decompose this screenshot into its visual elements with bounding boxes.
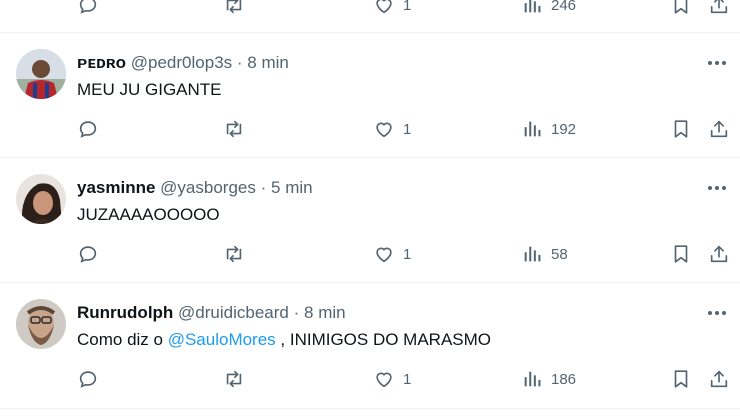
views-count: 192 <box>551 120 577 138</box>
share-icon <box>708 368 730 390</box>
tweet-actions: 1 186 <box>0 368 740 394</box>
reply-button[interactable] <box>77 118 99 140</box>
tweet[interactable]: ᴘᴇᴅʀᴏ @pedr0lop3s · 8 min MEU JU GIGANTE… <box>0 33 740 158</box>
heart-icon <box>373 118 395 140</box>
like-button[interactable]: 1 <box>373 368 411 390</box>
share-icon <box>708 243 730 265</box>
views-count: 246 <box>551 0 577 14</box>
reply-button[interactable] <box>77 243 99 265</box>
bookmark-button[interactable] <box>670 243 692 265</box>
share-icon <box>708 0 730 16</box>
retweet-button[interactable] <box>223 0 245 16</box>
mention-link[interactable]: @SauloMores <box>168 330 276 349</box>
retweet-button[interactable] <box>223 243 245 265</box>
reply-icon <box>77 243 99 265</box>
bookmark-icon <box>670 0 692 16</box>
retweet-button[interactable] <box>223 368 245 390</box>
like-count: 1 <box>403 245 412 263</box>
display-name[interactable]: Runrudolph <box>77 303 173 322</box>
views-button[interactable]: 186 <box>521 368 576 390</box>
tweet-text-end: , INIMIGOS DO MARASMO <box>275 330 492 349</box>
bookmark-icon <box>670 368 692 390</box>
timestamp[interactable]: 8 min <box>247 53 289 72</box>
retweet-button[interactable] <box>223 118 245 140</box>
bookmark-button[interactable] <box>670 118 692 140</box>
retweet-icon <box>223 118 245 140</box>
avatar[interactable] <box>16 174 66 224</box>
views-button[interactable]: 192 <box>521 118 576 140</box>
tweet-text: JUZAAAAOOOOO <box>77 205 220 224</box>
tweet-header: yasminne @yasborges · 5 min <box>77 177 313 199</box>
more-button[interactable] <box>706 181 728 195</box>
separator: · <box>236 53 243 72</box>
share-icon <box>708 118 730 140</box>
reply-icon <box>77 0 99 16</box>
bookmark-button[interactable] <box>670 0 692 16</box>
tweet-actions: 1 246 <box>0 0 740 20</box>
display-name[interactable]: yasminne <box>77 178 155 197</box>
like-count: 1 <box>403 0 412 14</box>
separator: · <box>260 178 267 197</box>
share-button[interactable] <box>708 0 730 16</box>
reply-button[interactable] <box>77 0 99 16</box>
views-button[interactable]: 58 <box>521 243 568 265</box>
tweet-header: Runrudolph @druidicbeard · 8 min <box>77 302 346 324</box>
bookmark-button[interactable] <box>670 368 692 390</box>
reply-icon <box>77 118 99 140</box>
tweet[interactable]: Runrudolph @druidicbeard · 8 min Como di… <box>0 283 740 409</box>
like-button[interactable]: 1 <box>373 0 411 16</box>
display-name[interactable]: ᴘᴇᴅʀᴏ <box>77 53 126 72</box>
views-icon <box>521 0 543 16</box>
handle[interactable]: @pedr0lop3s <box>131 53 232 72</box>
avatar[interactable] <box>16 299 66 349</box>
tweet[interactable]: yasminne @yasborges · 5 min JUZAAAAOOOOO… <box>0 158 740 283</box>
tweet-header: ᴘᴇᴅʀᴏ @pedr0lop3s · 8 min <box>77 52 289 74</box>
heart-icon <box>373 243 395 265</box>
more-icon <box>708 186 726 190</box>
timestamp[interactable]: 5 min <box>271 178 313 197</box>
reply-button[interactable] <box>77 368 99 390</box>
handle[interactable]: @druidicbeard <box>178 303 289 322</box>
tweet-actions: 1 192 <box>0 118 740 144</box>
tweet-text: MEU JU GIGANTE <box>77 80 222 99</box>
like-count: 1 <box>403 370 412 388</box>
separator: · <box>293 303 300 322</box>
views-icon <box>521 368 543 390</box>
bookmark-icon <box>670 118 692 140</box>
share-button[interactable] <box>708 243 730 265</box>
more-icon <box>708 61 726 65</box>
views-count: 58 <box>551 245 568 263</box>
views-icon <box>521 243 543 265</box>
more-button[interactable] <box>706 56 728 70</box>
retweet-icon <box>223 243 245 265</box>
views-icon <box>521 118 543 140</box>
like-button[interactable]: 1 <box>373 118 411 140</box>
tweet-text-start: Como diz o <box>77 330 168 349</box>
more-button[interactable] <box>706 306 728 320</box>
views-count: 186 <box>551 370 577 388</box>
bookmark-icon <box>670 243 692 265</box>
avatar[interactable] <box>16 49 66 99</box>
share-button[interactable] <box>708 368 730 390</box>
handle[interactable]: @yasborges <box>160 178 256 197</box>
share-button[interactable] <box>708 118 730 140</box>
tweet-text: Como diz o @SauloMores , INIMIGOS DO MAR… <box>77 329 491 351</box>
heart-icon <box>373 0 395 16</box>
like-button[interactable]: 1 <box>373 243 411 265</box>
more-icon <box>708 311 726 315</box>
tweet-actions: 1 58 <box>0 243 740 269</box>
retweet-icon <box>223 368 245 390</box>
timestamp[interactable]: 8 min <box>304 303 346 322</box>
tweet-partial[interactable]: 1 246 <box>0 0 740 33</box>
reply-icon <box>77 368 99 390</box>
like-count: 1 <box>403 120 412 138</box>
retweet-icon <box>223 0 245 16</box>
views-button[interactable]: 246 <box>521 0 576 16</box>
heart-icon <box>373 368 395 390</box>
